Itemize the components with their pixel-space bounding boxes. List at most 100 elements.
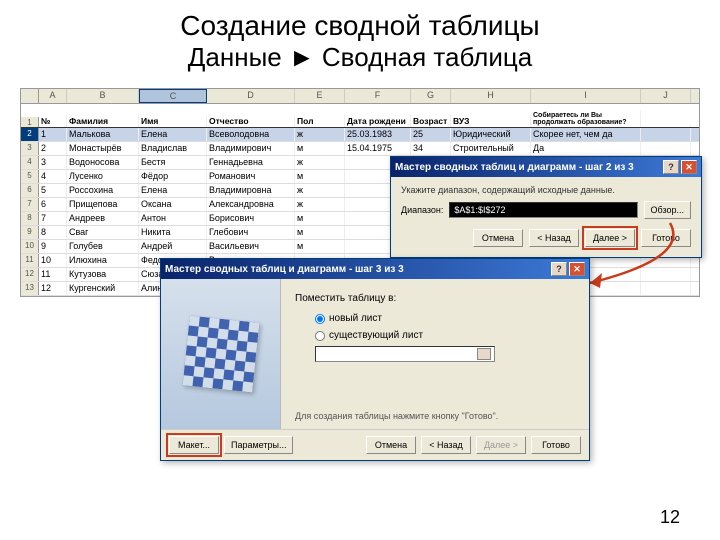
radio-new-sheet[interactable]: новый лист — [315, 313, 575, 324]
hdr-continue-edu[interactable]: Собираетесь ли Вы продолжать образование… — [531, 111, 641, 127]
back-button[interactable]: < Назад — [421, 436, 471, 454]
cell-num[interactable]: 4 — [39, 170, 67, 183]
cancel-button[interactable]: Отмена — [366, 436, 416, 454]
col-F[interactable]: F — [345, 89, 411, 103]
cell-birth[interactable]: 15.04.1975 — [345, 142, 411, 155]
rownum[interactable]: 7 — [21, 198, 39, 211]
cell-patronymic[interactable]: Всеволодовна — [207, 128, 295, 141]
rownum[interactable]: 9 — [21, 226, 39, 239]
table-row[interactable]: 2 1 Малькова Елена Всеволодовна ж 25.03.… — [21, 128, 699, 142]
close-button[interactable]: ✕ — [569, 262, 585, 276]
cell-surname[interactable]: Монастырёв — [67, 142, 139, 155]
cell-birth[interactable]: 25.03.1983 — [345, 128, 411, 141]
next-button[interactable]: Далее > — [476, 436, 526, 454]
cell-name[interactable]: Андрей — [139, 240, 207, 253]
col-D[interactable]: D — [207, 89, 295, 103]
rownum[interactable]: 5 — [21, 170, 39, 183]
cell-patronymic[interactable]: Геннадьевна — [207, 156, 295, 169]
cell-gender[interactable]: ж — [295, 198, 345, 211]
cell-j[interactable] — [641, 282, 691, 295]
cell-continue[interactable]: Да — [531, 142, 641, 155]
select-all-cell[interactable] — [21, 89, 39, 103]
cell-surname[interactable]: Кургенский — [67, 282, 139, 295]
cell-univ[interactable]: Юридический — [451, 128, 531, 141]
hdr-patronymic[interactable]: Отчество — [207, 115, 295, 127]
cell-name[interactable]: Оксана — [139, 198, 207, 211]
cell-patronymic[interactable]: Васильевич — [207, 240, 295, 253]
close-button[interactable]: ✕ — [681, 160, 697, 174]
radio-new-input[interactable] — [315, 314, 325, 324]
cell-gender[interactable]: м — [295, 170, 345, 183]
cell-num[interactable]: 9 — [39, 240, 67, 253]
help-button[interactable]: ? — [663, 160, 679, 174]
dialog3-titlebar[interactable]: Мастер сводных таблиц и диаграмм - шаг 3… — [161, 259, 589, 279]
col-A[interactable]: A — [39, 89, 67, 103]
rownum[interactable]: 12 — [21, 268, 39, 281]
cell-surname[interactable]: Малькова — [67, 128, 139, 141]
col-E[interactable]: E — [295, 89, 345, 103]
cell-gender[interactable]: м — [295, 212, 345, 225]
hdr-birthdate[interactable]: Дата рождени — [345, 115, 411, 127]
help-button[interactable]: ? — [551, 262, 567, 276]
cell-num[interactable]: 10 — [39, 254, 67, 267]
col-I[interactable]: I — [531, 89, 641, 103]
cell-gender[interactable]: ж — [295, 184, 345, 197]
cell-age[interactable]: 34 — [411, 142, 451, 155]
rownum[interactable]: 10 — [21, 240, 39, 253]
rownum[interactable]: 8 — [21, 212, 39, 225]
cell-gender[interactable]: ж — [295, 156, 345, 169]
cell-name[interactable]: Елена — [139, 184, 207, 197]
finish-button[interactable]: Готово — [531, 436, 581, 454]
cell-patronymic[interactable]: Борисович — [207, 212, 295, 225]
cell-surname[interactable]: Кутузова — [67, 268, 139, 281]
cell-num[interactable]: 2 — [39, 142, 67, 155]
cell-surname[interactable]: Водоносова — [67, 156, 139, 169]
cell-num[interactable]: 1 — [39, 128, 67, 141]
browse-button[interactable]: Обзор... — [644, 201, 692, 219]
range-input[interactable] — [449, 202, 637, 218]
rownum[interactable]: 13 — [21, 282, 39, 295]
cell-num[interactable]: 11 — [39, 268, 67, 281]
cell-surname[interactable]: Андреев — [67, 212, 139, 225]
sheet-ref-input[interactable] — [315, 346, 495, 362]
cell-num[interactable]: 3 — [39, 156, 67, 169]
params-button[interactable]: Параметры... — [224, 436, 293, 454]
col-J[interactable]: J — [641, 89, 691, 103]
col-H[interactable]: H — [451, 89, 531, 103]
cell-surname[interactable]: Лусенко — [67, 170, 139, 183]
cell-name[interactable]: Елена — [139, 128, 207, 141]
col-G[interactable]: G — [411, 89, 451, 103]
cell-gender[interactable]: м — [295, 226, 345, 239]
cell-name[interactable]: Антон — [139, 212, 207, 225]
cell-univ[interactable]: Строительный — [451, 142, 531, 155]
rownum[interactable]: 6 — [21, 184, 39, 197]
cell-surname[interactable]: Илюхина — [67, 254, 139, 267]
cell-j[interactable] — [641, 268, 691, 281]
radio-existing-sheet[interactable]: существующий лист — [315, 330, 575, 341]
hdr-gender[interactable]: Пол — [295, 115, 345, 127]
back-button[interactable]: < Назад — [529, 229, 579, 247]
finish-button[interactable]: Готово — [641, 229, 691, 247]
rownum[interactable]: 4 — [21, 156, 39, 169]
radio-exist-input[interactable] — [315, 331, 325, 341]
cell-age[interactable]: 25 — [411, 128, 451, 141]
dialog2-titlebar[interactable]: Мастер сводных таблиц и диаграмм - шаг 2… — [391, 157, 701, 177]
cell-continue[interactable]: Скорее нет, чем да — [531, 128, 641, 141]
hdr-j[interactable] — [641, 125, 691, 127]
cell-gender[interactable]: ж — [295, 128, 345, 141]
cell-gender[interactable]: м — [295, 240, 345, 253]
cell-num[interactable]: 12 — [39, 282, 67, 295]
cell-num[interactable]: 6 — [39, 198, 67, 211]
cell-j[interactable] — [641, 128, 691, 141]
rownum[interactable]: 2 — [21, 128, 39, 141]
cell-patronymic[interactable]: Владимировна — [207, 184, 295, 197]
col-C[interactable]: C — [139, 89, 207, 103]
range-picker-icon[interactable] — [477, 348, 491, 360]
hdr-name[interactable]: Имя — [139, 115, 207, 127]
cell-surname[interactable]: Россохина — [67, 184, 139, 197]
cell-surname[interactable]: Сваг — [67, 226, 139, 239]
cell-num[interactable]: 8 — [39, 226, 67, 239]
hdr-num[interactable]: № — [39, 115, 67, 127]
rownum[interactable]: 3 — [21, 142, 39, 155]
cell-name[interactable]: Фёдор — [139, 170, 207, 183]
